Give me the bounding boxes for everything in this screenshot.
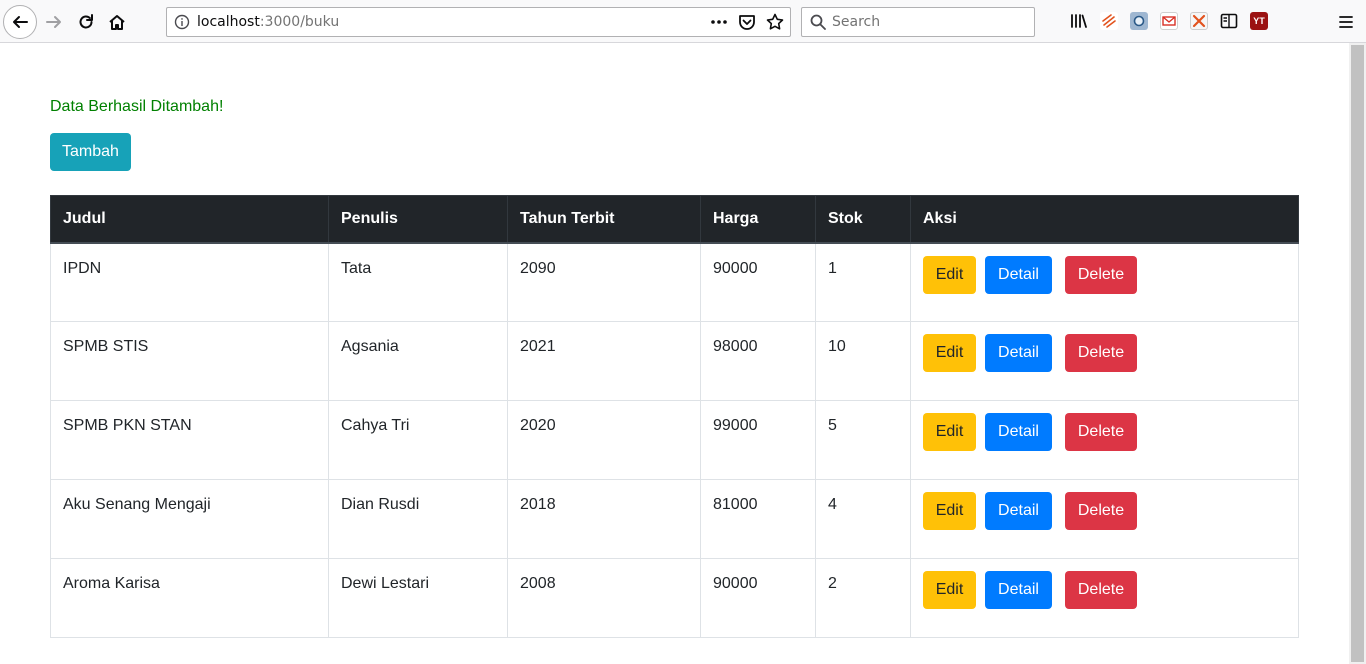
edit-button[interactable]: Edit	[923, 255, 976, 294]
cell-harga: 99000	[700, 400, 816, 480]
cell-harga: 90000	[700, 558, 816, 638]
search-icon	[810, 14, 826, 30]
cell-penulis: Cahya Tri	[328, 400, 508, 480]
detail-button[interactable]: Detail	[985, 571, 1052, 609]
home-button[interactable]	[103, 8, 131, 36]
header-row: Judul Penulis Tahun Terbit Harga Stok Ak…	[50, 195, 1299, 244]
bookmark-star-icon[interactable]	[766, 12, 784, 32]
arrow-left-icon	[13, 16, 28, 28]
cell-actions: Edit Detail Delete	[910, 242, 1299, 322]
url-path: :3000/buku	[259, 14, 340, 30]
detail-button[interactable]: Detail	[985, 492, 1052, 530]
page-scrollbar[interactable]	[1349, 43, 1366, 664]
column-header-judul: Judul	[50, 195, 329, 244]
cell-actions: Edit Detail Delete	[910, 479, 1299, 559]
url-text[interactable]: localhost:3000/buku	[197, 14, 339, 30]
cell-actions: Edit Detail Delete	[910, 558, 1299, 638]
more-actions-icon[interactable]	[710, 12, 728, 32]
youtube-extension-icon[interactable]: YT	[1250, 12, 1268, 30]
table-header: Judul Penulis Tahun Terbit Harga Stok Ak…	[50, 195, 1299, 244]
forward-button[interactable]	[40, 8, 68, 36]
table-row: SPMB PKN STAN Cahya Tri 2020 99000 5 Edi…	[50, 400, 1299, 480]
search-bar[interactable]	[801, 7, 1035, 37]
cell-harga: 81000	[700, 479, 816, 559]
cell-stok: 1	[815, 242, 911, 322]
pocket-icon[interactable]	[738, 12, 756, 32]
tools-extension-icon[interactable]	[1190, 12, 1208, 30]
arrow-right-icon	[46, 16, 61, 28]
delete-button[interactable]: Delete	[1065, 255, 1137, 294]
cell-actions: Edit Detail Delete	[910, 321, 1299, 401]
cell-penulis: Dian Rusdi	[328, 479, 508, 559]
delete-button[interactable]: Delete	[1065, 413, 1137, 451]
scrollbar-thumb[interactable]	[1351, 45, 1364, 662]
edit-button[interactable]: Edit	[923, 413, 976, 451]
cell-stok: 2	[815, 558, 911, 638]
edit-button[interactable]: Edit	[923, 334, 976, 372]
url-host: localhost	[197, 14, 260, 30]
detail-button[interactable]: Detail	[985, 255, 1052, 294]
column-header-harga: Harga	[700, 195, 816, 244]
table-row: Aku Senang Mengaji Dian Rusdi 2018 81000…	[50, 479, 1299, 559]
url-actions	[710, 12, 784, 32]
reload-button[interactable]	[72, 8, 100, 36]
home-icon	[109, 15, 125, 30]
extension-icons: YT	[1070, 12, 1268, 30]
cell-judul: IPDN	[50, 242, 329, 322]
table-row: Aroma Karisa Dewi Lestari 2008 90000 2 E…	[50, 558, 1299, 638]
add-button[interactable]: Tambah	[50, 133, 131, 171]
cell-judul: Aku Senang Mengaji	[50, 479, 329, 559]
address-bar[interactable]: localhost:3000/buku	[166, 7, 791, 37]
gmail-extension-icon[interactable]	[1160, 12, 1178, 30]
reader-view-icon[interactable]	[1220, 12, 1238, 30]
cell-judul: Aroma Karisa	[50, 558, 329, 638]
detail-button[interactable]: Detail	[985, 334, 1052, 372]
cell-tahun: 2008	[507, 558, 701, 638]
screenshot-extension-icon[interactable]	[1130, 12, 1148, 30]
cell-stok: 4	[815, 479, 911, 559]
cell-tahun: 2018	[507, 479, 701, 559]
cell-judul: SPMB PKN STAN	[50, 400, 329, 480]
menu-button[interactable]	[1334, 10, 1358, 34]
cell-harga: 98000	[700, 321, 816, 401]
flash-extension-icon[interactable]	[1100, 12, 1118, 30]
cell-stok: 10	[815, 321, 911, 401]
search-input[interactable]	[832, 14, 1022, 30]
table-row: IPDN Tata 2090 90000 1 Edit Detail Delete	[50, 242, 1299, 322]
column-header-penulis: Penulis	[328, 195, 508, 244]
back-button[interactable]	[3, 5, 37, 39]
cell-tahun: 2020	[507, 400, 701, 480]
cell-tahun: 2021	[507, 321, 701, 401]
cell-penulis: Agsania	[328, 321, 508, 401]
delete-button[interactable]: Delete	[1065, 571, 1137, 609]
cell-stok: 5	[815, 400, 911, 480]
table-row: SPMB STIS Agsania 2021 98000 10 Edit Deta…	[50, 321, 1299, 401]
cell-penulis: Tata	[328, 242, 508, 322]
table-body: IPDN Tata 2090 90000 1 Edit Detail Delete …	[50, 242, 1299, 638]
reload-icon	[79, 14, 93, 29]
delete-button[interactable]: Delete	[1065, 334, 1137, 372]
detail-button[interactable]: Detail	[985, 413, 1052, 451]
cell-tahun: 2090	[507, 242, 701, 322]
delete-button[interactable]: Delete	[1065, 492, 1137, 530]
browser-toolbar: localhost:3000/buku YT	[0, 0, 1366, 43]
column-header-stok: Stok	[815, 195, 911, 244]
cell-judul: SPMB STIS	[50, 321, 329, 401]
cell-harga: 90000	[700, 242, 816, 322]
info-icon[interactable]	[167, 14, 197, 30]
cell-actions: Edit Detail Delete	[910, 400, 1299, 480]
hamburger-menu-icon	[1339, 16, 1353, 28]
column-header-aksi: Aksi	[910, 195, 1299, 244]
column-header-tahun-terbit: Tahun Terbit	[507, 195, 701, 244]
books-table: Judul Penulis Tahun Terbit Harga Stok Ak…	[50, 195, 1299, 638]
edit-button[interactable]: Edit	[923, 492, 976, 530]
cell-penulis: Dewi Lestari	[328, 558, 508, 638]
library-icon[interactable]	[1070, 12, 1088, 30]
edit-button[interactable]: Edit	[923, 571, 976, 609]
flash-message: Data Berhasil Ditambah!	[50, 98, 224, 115]
